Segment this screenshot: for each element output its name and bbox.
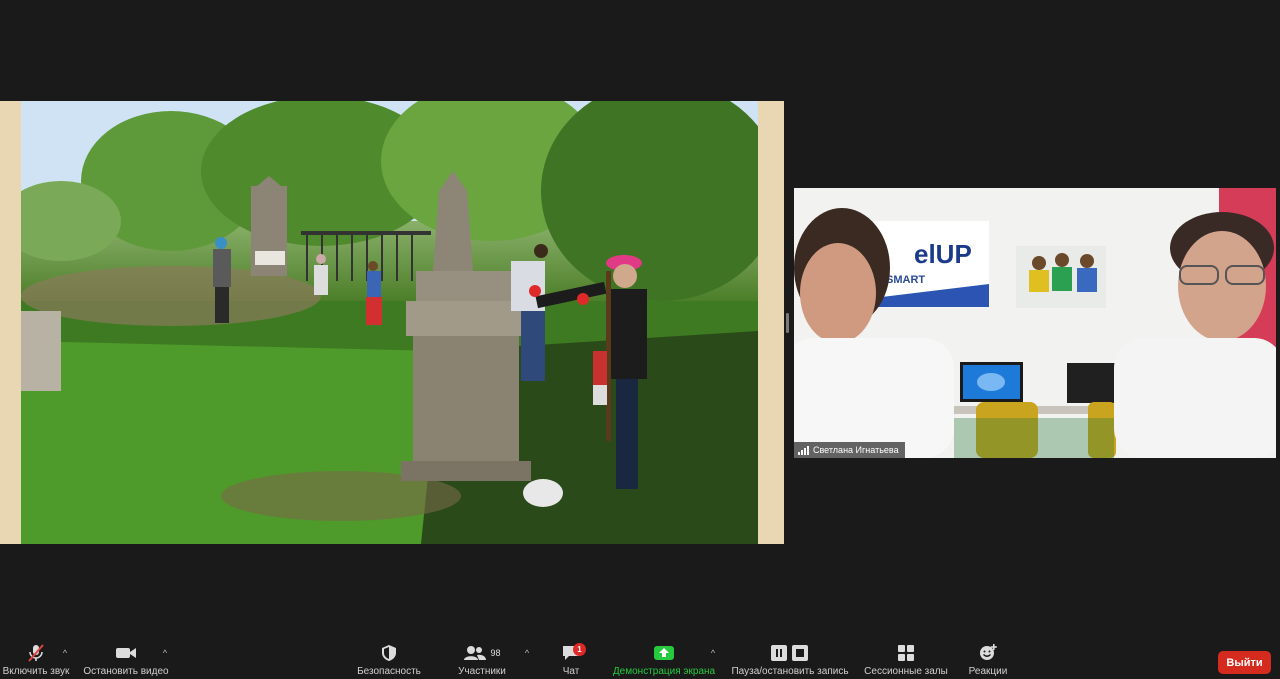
pause-stop-recording-button[interactable]: Пауза/остановить запись (728, 640, 852, 679)
breakout-rooms-button[interactable]: Сессионные залы (862, 640, 950, 679)
banner-main-text: elUP (914, 239, 972, 269)
shared-photo (21, 101, 758, 544)
audio-options-chevron-icon[interactable]: ^ (60, 648, 70, 658)
stop-video-button[interactable]: Остановить видео (80, 640, 172, 679)
participants-options-chevron-icon[interactable]: ^ (522, 648, 532, 658)
participant-video-tile[interactable]: elUP SMART Светлана Игнатьева (794, 188, 1276, 458)
chat-unread-badge: 1 (573, 643, 586, 656)
chat-label: Чат (562, 666, 580, 677)
unmute-button[interactable]: Включить звук (0, 640, 72, 679)
share-screen-icon (653, 640, 675, 666)
participants-icon: 98 (463, 640, 501, 666)
smiley-plus-icon (978, 640, 998, 666)
muted-microphone-icon (26, 640, 46, 666)
participant-name: Светлана Игнатьева (813, 445, 899, 455)
video-camera-icon (115, 640, 137, 666)
share-options-chevron-icon[interactable]: ^ (708, 648, 718, 658)
meeting-toolbar: Включить звук ^ Остановить видео ^ Безоп… (0, 640, 1280, 679)
unmute-label: Включить звук (2, 666, 70, 677)
security-label: Безопасность (357, 666, 421, 677)
chat-button[interactable]: 1 Чат (550, 640, 592, 679)
video-options-chevron-icon[interactable]: ^ (160, 648, 170, 658)
participants-button[interactable]: 98 Участники (452, 640, 512, 679)
chat-bubble-icon: 1 (561, 640, 586, 666)
participants-count: 98 (490, 648, 501, 658)
shield-icon (380, 640, 398, 666)
reactions-button[interactable]: Реакции (962, 640, 1014, 679)
participants-label: Участники (458, 666, 506, 677)
reactions-label: Реакции (968, 666, 1008, 677)
leave-meeting-button[interactable]: Выйти (1218, 651, 1271, 674)
recording-label: Пауза/остановить запись (731, 666, 849, 677)
share-screen-button[interactable]: Демонстрация экрана (608, 640, 720, 679)
breakout-rooms-icon (897, 640, 915, 666)
share-screen-label: Демонстрация экрана (612, 666, 716, 677)
banner-sub-text: SMART (886, 274, 925, 286)
signal-strength-icon (798, 445, 809, 455)
recording-controls-icon (770, 640, 810, 666)
split-view-divider[interactable] (786, 313, 789, 333)
participant-name-bar: Светлана Игнатьева (794, 442, 905, 458)
breakout-rooms-label: Сессионные залы (864, 666, 948, 677)
stop-video-label: Остановить видео (83, 666, 169, 677)
security-button[interactable]: Безопасность (352, 640, 426, 679)
shared-screen (0, 101, 784, 544)
